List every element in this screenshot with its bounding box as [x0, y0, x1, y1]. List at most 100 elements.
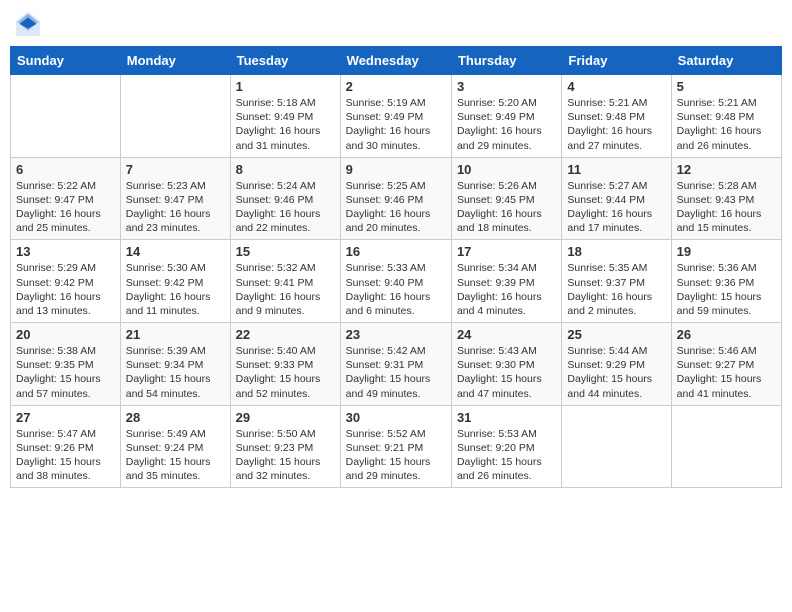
cell-data: Sunrise: 5:50 AM Sunset: 9:23 PM Dayligh…	[236, 427, 335, 484]
day-number: 19	[677, 244, 776, 259]
cell-data: Sunrise: 5:33 AM Sunset: 9:40 PM Dayligh…	[346, 261, 446, 318]
calendar-cell: 3 Sunrise: 5:20 AM Sunset: 9:49 PM Daylig…	[451, 75, 561, 158]
day-number: 29	[236, 410, 335, 425]
calendar-cell: 4Sunrise: 5:21 AM Sunset: 9:48 PM Daylig…	[562, 75, 671, 158]
calendar-week-row: 27 Sunrise: 5:47 AM Sunset: 9:26 PM Dayli…	[11, 405, 782, 488]
calendar-cell: 17 Sunrise: 5:34 AM Sunset: 9:39 PM Dayli…	[451, 240, 561, 323]
calendar-cell: 24Sunrise: 5:43 AM Sunset: 9:30 PM Dayli…	[451, 323, 561, 406]
cell-data: Sunrise: 5:30 AM Sunset: 9:42 PM Dayligh…	[126, 261, 225, 318]
day-number: 25	[567, 327, 665, 342]
day-number: 8	[236, 162, 335, 177]
day-of-week-header: Tuesday	[230, 47, 340, 75]
calendar-cell: 31 Sunrise: 5:53 AM Sunset: 9:20 PM Dayli…	[451, 405, 561, 488]
calendar-cell	[120, 75, 230, 158]
day-number: 22	[236, 327, 335, 342]
calendar-cell: 23 Sunrise: 5:42 AM Sunset: 9:31 PM Dayli…	[340, 323, 451, 406]
day-number: 23	[346, 327, 446, 342]
day-of-week-header: Saturday	[671, 47, 781, 75]
calendar-cell: 1 Sunrise: 5:18 AM Sunset: 9:49 PM Daylig…	[230, 75, 340, 158]
calendar-cell	[11, 75, 121, 158]
calendar-cell: 8 Sunrise: 5:24 AM Sunset: 9:46 PM Daylig…	[230, 157, 340, 240]
calendar-header-row: SundayMondayTuesdayWednesdayThursdayFrid…	[11, 47, 782, 75]
cell-data: Sunrise: 5:39 AM Sunset: 9:34 PM Dayligh…	[126, 344, 225, 401]
day-number: 26	[677, 327, 776, 342]
day-number: 18	[567, 244, 665, 259]
day-number: 14	[126, 244, 225, 259]
cell-data: Sunrise: 5:20 AM Sunset: 9:49 PM Dayligh…	[457, 96, 556, 153]
calendar-week-row: 1 Sunrise: 5:18 AM Sunset: 9:49 PM Daylig…	[11, 75, 782, 158]
cell-data: Sunrise: 5:35 AM Sunset: 9:37 PM Dayligh…	[567, 261, 665, 318]
calendar-cell: 21Sunrise: 5:39 AM Sunset: 9:34 PM Dayli…	[120, 323, 230, 406]
day-number: 17	[457, 244, 556, 259]
day-number: 7	[126, 162, 225, 177]
logo	[14, 10, 44, 38]
day-number: 15	[236, 244, 335, 259]
day-number: 11	[567, 162, 665, 177]
calendar-table: SundayMondayTuesdayWednesdayThursdayFrid…	[10, 46, 782, 488]
page-header	[10, 10, 782, 38]
day-number: 28	[126, 410, 225, 425]
logo-icon	[14, 10, 42, 38]
cell-data: Sunrise: 5:42 AM Sunset: 9:31 PM Dayligh…	[346, 344, 446, 401]
calendar-cell: 27 Sunrise: 5:47 AM Sunset: 9:26 PM Dayli…	[11, 405, 121, 488]
cell-data: Sunrise: 5:25 AM Sunset: 9:46 PM Dayligh…	[346, 179, 446, 236]
day-of-week-header: Monday	[120, 47, 230, 75]
calendar-cell: 30 Sunrise: 5:52 AM Sunset: 9:21 PM Dayli…	[340, 405, 451, 488]
cell-data: Sunrise: 5:38 AM Sunset: 9:35 PM Dayligh…	[16, 344, 115, 401]
calendar-week-row: 6 Sunrise: 5:22 AM Sunset: 9:47 PM Daylig…	[11, 157, 782, 240]
calendar-cell: 11Sunrise: 5:27 AM Sunset: 9:44 PM Dayli…	[562, 157, 671, 240]
day-number: 31	[457, 410, 556, 425]
calendar-cell: 2 Sunrise: 5:19 AM Sunset: 9:49 PM Daylig…	[340, 75, 451, 158]
cell-data: Sunrise: 5:34 AM Sunset: 9:39 PM Dayligh…	[457, 261, 556, 318]
calendar-cell: 16Sunrise: 5:33 AM Sunset: 9:40 PM Dayli…	[340, 240, 451, 323]
cell-data: Sunrise: 5:28 AM Sunset: 9:43 PM Dayligh…	[677, 179, 776, 236]
day-number: 3	[457, 79, 556, 94]
calendar-cell: 22 Sunrise: 5:40 AM Sunset: 9:33 PM Dayli…	[230, 323, 340, 406]
calendar-week-row: 20 Sunrise: 5:38 AM Sunset: 9:35 PM Dayli…	[11, 323, 782, 406]
day-number: 2	[346, 79, 446, 94]
day-number: 6	[16, 162, 115, 177]
cell-data: Sunrise: 5:40 AM Sunset: 9:33 PM Dayligh…	[236, 344, 335, 401]
cell-data: Sunrise: 5:26 AM Sunset: 9:45 PM Dayligh…	[457, 179, 556, 236]
day-of-week-header: Wednesday	[340, 47, 451, 75]
cell-data: Sunrise: 5:24 AM Sunset: 9:46 PM Dayligh…	[236, 179, 335, 236]
cell-data: Sunrise: 5:44 AM Sunset: 9:29 PM Dayligh…	[567, 344, 665, 401]
day-number: 13	[16, 244, 115, 259]
cell-data: Sunrise: 5:47 AM Sunset: 9:26 PM Dayligh…	[16, 427, 115, 484]
calendar-cell: 5Sunrise: 5:21 AM Sunset: 9:48 PM Daylig…	[671, 75, 781, 158]
day-number: 5	[677, 79, 776, 94]
cell-data: Sunrise: 5:52 AM Sunset: 9:21 PM Dayligh…	[346, 427, 446, 484]
cell-data: Sunrise: 5:43 AM Sunset: 9:30 PM Dayligh…	[457, 344, 556, 401]
cell-data: Sunrise: 5:19 AM Sunset: 9:49 PM Dayligh…	[346, 96, 446, 153]
calendar-cell: 28 Sunrise: 5:49 AM Sunset: 9:24 PM Dayli…	[120, 405, 230, 488]
calendar-cell: 26 Sunrise: 5:46 AM Sunset: 9:27 PM Dayli…	[671, 323, 781, 406]
day-of-week-header: Friday	[562, 47, 671, 75]
day-number: 1	[236, 79, 335, 94]
day-of-week-header: Sunday	[11, 47, 121, 75]
cell-data: Sunrise: 5:49 AM Sunset: 9:24 PM Dayligh…	[126, 427, 225, 484]
calendar-cell: 9Sunrise: 5:25 AM Sunset: 9:46 PM Daylig…	[340, 157, 451, 240]
calendar-cell: 12 Sunrise: 5:28 AM Sunset: 9:43 PM Dayli…	[671, 157, 781, 240]
day-number: 20	[16, 327, 115, 342]
cell-data: Sunrise: 5:32 AM Sunset: 9:41 PM Dayligh…	[236, 261, 335, 318]
cell-data: Sunrise: 5:53 AM Sunset: 9:20 PM Dayligh…	[457, 427, 556, 484]
calendar-cell: 19Sunrise: 5:36 AM Sunset: 9:36 PM Dayli…	[671, 240, 781, 323]
calendar-cell: 25 Sunrise: 5:44 AM Sunset: 9:29 PM Dayli…	[562, 323, 671, 406]
calendar-cell	[562, 405, 671, 488]
cell-data: Sunrise: 5:18 AM Sunset: 9:49 PM Dayligh…	[236, 96, 335, 153]
cell-data: Sunrise: 5:22 AM Sunset: 9:47 PM Dayligh…	[16, 179, 115, 236]
calendar-cell: 10 Sunrise: 5:26 AM Sunset: 9:45 PM Dayli…	[451, 157, 561, 240]
cell-data: Sunrise: 5:46 AM Sunset: 9:27 PM Dayligh…	[677, 344, 776, 401]
cell-data: Sunrise: 5:21 AM Sunset: 9:48 PM Dayligh…	[567, 96, 665, 153]
calendar-cell: 18 Sunrise: 5:35 AM Sunset: 9:37 PM Dayli…	[562, 240, 671, 323]
calendar-cell: 6 Sunrise: 5:22 AM Sunset: 9:47 PM Daylig…	[11, 157, 121, 240]
day-number: 10	[457, 162, 556, 177]
calendar-cell	[671, 405, 781, 488]
day-number: 12	[677, 162, 776, 177]
day-number: 27	[16, 410, 115, 425]
day-of-week-header: Thursday	[451, 47, 561, 75]
day-number: 30	[346, 410, 446, 425]
calendar-cell: 29 Sunrise: 5:50 AM Sunset: 9:23 PM Dayli…	[230, 405, 340, 488]
calendar-cell: 15 Sunrise: 5:32 AM Sunset: 9:41 PM Dayli…	[230, 240, 340, 323]
calendar-cell: 7Sunrise: 5:23 AM Sunset: 9:47 PM Daylig…	[120, 157, 230, 240]
